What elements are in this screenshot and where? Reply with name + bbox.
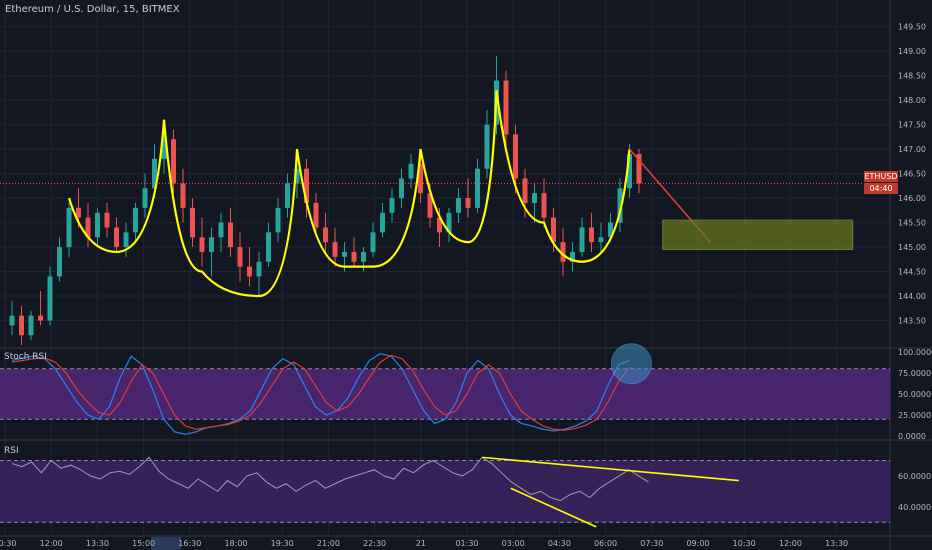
highlight-circle <box>610 343 652 385</box>
time-tick-label: 03:00 <box>502 539 525 548</box>
time-tick-label: 07:30 <box>640 539 663 548</box>
time-tick-label: 13:30 <box>825 539 848 548</box>
candle-body <box>38 315 43 321</box>
price-tick-label: 149.00 <box>898 47 926 56</box>
candle-body <box>95 212 100 238</box>
candle-body <box>9 315 15 326</box>
time-axis-cursor <box>151 537 181 550</box>
candle-body <box>171 139 176 184</box>
time-tick-label: 12:00 <box>779 539 802 548</box>
time-tick-label: 09:00 <box>686 539 709 548</box>
time-tick-label: 19:30 <box>271 539 294 548</box>
price-tick-label: 148.50 <box>898 72 926 81</box>
candle-body <box>323 227 328 243</box>
price-tick-label: 144.00 <box>898 292 926 301</box>
candle-body <box>399 178 404 199</box>
candle-body <box>380 212 385 233</box>
candle-body <box>522 178 528 203</box>
candle-body <box>190 207 195 238</box>
time-tick-label: 21:00 <box>317 539 340 548</box>
candle-body <box>47 276 53 321</box>
price-tick-label: 145.50 <box>898 219 926 228</box>
stoch-rsi-label: Stoch RSI <box>4 352 47 362</box>
candle-body <box>123 232 129 248</box>
candle-body <box>275 207 281 233</box>
price-tick-label: 147.50 <box>898 121 926 130</box>
candle-body <box>589 227 594 243</box>
time-tick-label: 10:30 <box>733 539 756 548</box>
candle-body <box>285 183 290 208</box>
price-tick-label: 146.00 <box>898 194 926 203</box>
candle-body <box>133 207 138 233</box>
candle-body <box>57 247 62 277</box>
candle-body <box>142 188 148 208</box>
candle-body <box>256 261 262 277</box>
last-price-tag: ETHUSD 146.30 <box>864 171 898 192</box>
candle-body <box>513 134 518 179</box>
candle-body <box>351 251 357 262</box>
price-tick-label: 149.50 <box>898 23 926 32</box>
rsi-label: RSI <box>4 446 19 456</box>
candle-body <box>541 193 547 218</box>
candle-body <box>19 315 24 336</box>
candle-body <box>598 237 604 243</box>
price-tick-label: 144.50 <box>898 268 926 277</box>
time-tick-label: 10:30 <box>0 539 17 548</box>
chart-canvas[interactable]: 149.50 149.00 148.50 148.00 147.50 147.00 146.… <box>0 0 932 550</box>
stoch-band <box>0 368 890 420</box>
candle-body <box>484 124 490 169</box>
stoch-tick-label: 0.0000 <box>898 432 926 441</box>
candle-body <box>247 266 252 277</box>
stoch-tick-label: 100.0000 <box>898 348 932 357</box>
price-tick-label: 143.50 <box>898 317 926 326</box>
candle-body <box>475 168 480 208</box>
candle-body <box>579 227 585 252</box>
candle-body <box>361 251 366 262</box>
candle-body <box>313 202 319 228</box>
candle-body <box>104 212 110 228</box>
candle-body <box>408 163 414 179</box>
stoch-tick-label: 25.0000 <box>898 411 931 420</box>
candle-body <box>465 198 471 208</box>
stoch-tick-label: 75.0000 <box>898 369 931 378</box>
price-tick-label: 148.00 <box>898 96 926 105</box>
candle-body <box>389 198 395 213</box>
candle-body <box>342 251 347 257</box>
time-tick-label: 04:30 <box>548 539 571 548</box>
time-tick-label: 16:30 <box>178 539 201 548</box>
candle-body <box>180 183 186 208</box>
stoch-tick-label: 50.0000 <box>898 390 931 399</box>
time-tick-label: 15:00 <box>132 539 155 548</box>
price-tick-label: 146.50 <box>898 170 926 179</box>
candle-body <box>218 222 224 238</box>
candle-body <box>456 198 461 213</box>
time-tick-label: 12:00 <box>40 539 63 548</box>
candle-body <box>28 315 34 336</box>
candle-body <box>332 242 338 257</box>
chart-title: Ethereum / U.S. Dollar, 15, BITMEX <box>5 4 180 15</box>
candle-body <box>66 207 72 248</box>
candle-body <box>114 227 119 248</box>
price-tick-label: 145.00 <box>898 243 926 252</box>
time-tick-label: 06:00 <box>594 539 617 548</box>
rsi-tick-label: 60.0000 <box>898 472 931 481</box>
candle-body <box>266 232 271 262</box>
rsi-tick-label: 40.0000 <box>898 503 931 512</box>
price-tick-label: 147.00 <box>898 145 926 154</box>
candle-body <box>199 237 205 252</box>
candle-body <box>237 247 243 267</box>
rsi-band <box>0 460 890 523</box>
candle-body <box>503 80 509 135</box>
time-tick-label: 18:00 <box>224 539 247 548</box>
candle-body <box>209 237 214 252</box>
time-tick-label: 21 <box>416 539 426 548</box>
candle-body <box>228 222 233 248</box>
countdown-tag: 04:40 <box>864 183 898 194</box>
target-zone <box>662 219 854 251</box>
time-tick-label: 22:30 <box>363 539 386 548</box>
candle-body <box>370 232 376 252</box>
candle-body <box>532 193 537 203</box>
time-tick-label: 13:30 <box>86 539 109 548</box>
time-tick-label: 01:30 <box>455 539 478 548</box>
